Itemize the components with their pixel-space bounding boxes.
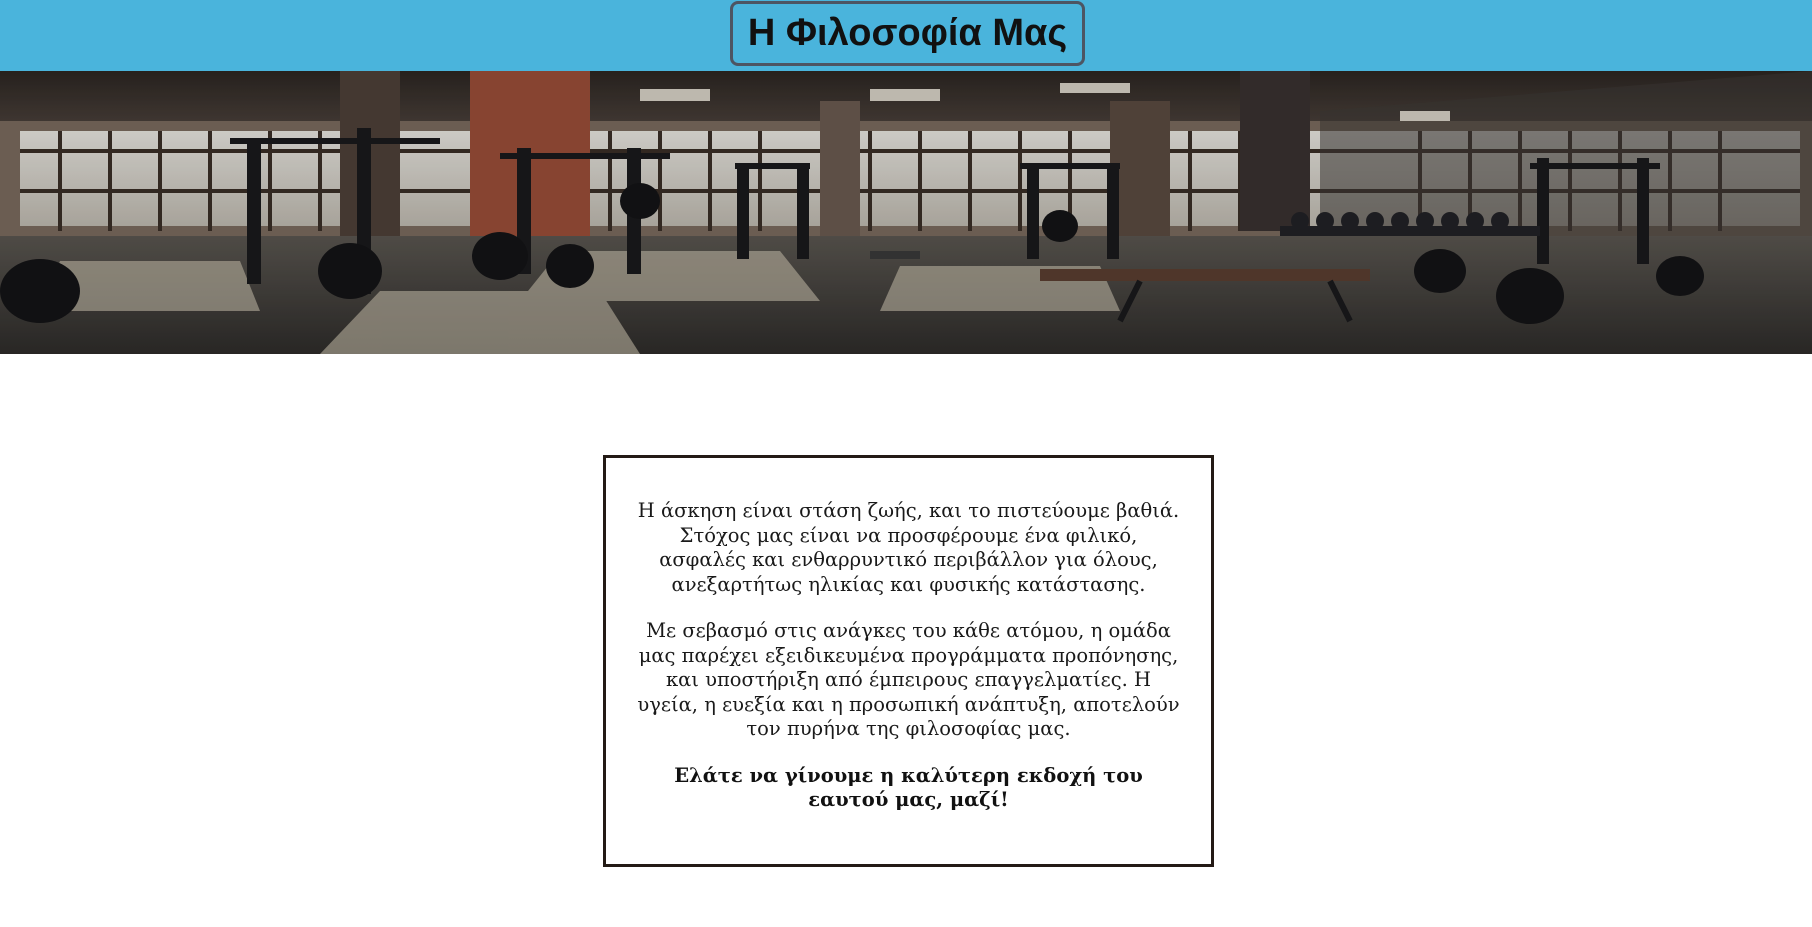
philosophy-paragraph-2: Με σεβασμό στις ανάγκες του κάθε ατόμου,…: [637, 619, 1180, 740]
page-header: Η Φιλοσοφία Μας: [0, 0, 1812, 71]
philosophy-text-box: Η άσκηση είναι στάση ζωής, και το πιστεύ…: [603, 455, 1214, 867]
philosophy-closing-line: Ελάτε να γίνουμε η καλύτερη εκδοχή του ε…: [674, 763, 1143, 812]
hero-image-gym-interior: [0, 71, 1812, 354]
page-title: Η Φιλοσοφία Μας: [730, 1, 1085, 66]
philosophy-paragraph-1: Η άσκηση είναι στάση ζωής, και το πιστεύ…: [637, 499, 1180, 596]
